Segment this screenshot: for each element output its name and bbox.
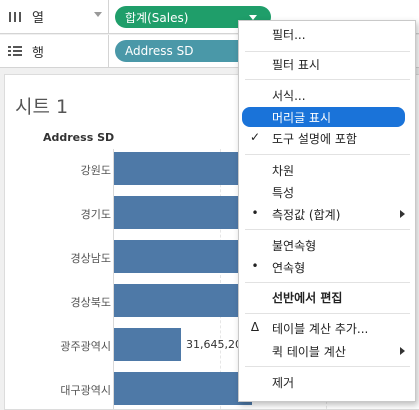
menu-separator (245, 313, 410, 314)
row-label[interactable]: 강원도 (81, 162, 111, 178)
submenu-arrow-icon (400, 347, 405, 355)
row-label[interactable]: 경상북도 (71, 294, 111, 310)
menu-separator (245, 51, 410, 52)
chevron-down-icon[interactable] (94, 12, 102, 17)
columns-shelf-title: 열 (32, 11, 44, 26)
columns-icon (4, 11, 26, 23)
checkmark-icon: ✓ (249, 130, 261, 144)
columns-shelf-label: 열 (0, 0, 109, 33)
rows-shelf-title: 행 (32, 45, 44, 61)
menu-item-label: 도구 설명에 포함 (272, 131, 357, 146)
row-label[interactable]: 광주광역시 (60, 338, 111, 354)
bar[interactable] (114, 372, 252, 405)
menu-item[interactable]: 머리글 표시 (242, 107, 405, 127)
menu-item-label: 불연속형 (272, 238, 317, 253)
menu-item[interactable]: 차원 (239, 160, 415, 180)
menu-item[interactable]: 테이블 계산 추가... (239, 318, 415, 338)
menu-item[interactable]: 특성 (239, 182, 415, 202)
bullet-icon: • (251, 259, 259, 273)
context-menu: 필터... 필터 표시서식... 머리글 표시도구 설명에 포함 ✓ 차원특성측정값 (… (238, 20, 416, 402)
menu-separator (245, 79, 410, 80)
rows-icon (4, 45, 26, 57)
address-sd-pill-label: Address SD (125, 44, 194, 58)
menu-separator (245, 154, 410, 155)
menu-item[interactable]: 제거 (239, 372, 415, 392)
menu-item[interactable]: 필터... (239, 24, 415, 44)
menu-item-label: 측정값 (합계) (272, 207, 341, 222)
menu-item[interactable]: 측정값 (합계) (239, 204, 415, 224)
menu-item-label: 머리글 표시 (272, 110, 332, 125)
bar-data-label: 31,645,20 (186, 338, 242, 351)
menu-item-label: 선반에서 편집 (272, 290, 343, 305)
axis-line (113, 149, 114, 409)
menu-item[interactable]: 도구 설명에 포함 (239, 128, 415, 148)
menu-item-label: 퀵 테이블 계산 (272, 344, 346, 359)
menu-item-label: 테이블 계산 추가... (272, 321, 369, 336)
menu-item-label: 연속형 (272, 260, 306, 275)
bullet-icon: • (251, 206, 259, 220)
menu-item-label: 필터 표시 (272, 57, 320, 72)
menu-item-label: 필터... (272, 27, 306, 42)
menu-item-label: 특성 (272, 185, 295, 200)
bar[interactable] (114, 328, 181, 361)
sheet-title: 시트 1 (15, 96, 69, 118)
menu-item[interactable]: 선반에서 편집 (239, 287, 415, 307)
menu-item[interactable]: 필터 표시 (239, 54, 415, 74)
submenu-arrow-icon (400, 210, 405, 218)
menu-item[interactable]: 연속형 (239, 257, 415, 277)
menu-separator (245, 229, 410, 230)
row-label[interactable]: 대구광역시 (60, 382, 111, 398)
row-header-address-sd[interactable]: Address SD (43, 131, 114, 144)
row-label[interactable]: 경기도 (81, 206, 111, 222)
menu-item-label: 서식... (272, 88, 306, 103)
menu-item[interactable]: 서식... (239, 85, 415, 105)
menu-separator (245, 282, 410, 283)
rows-shelf-label: 행 (0, 35, 109, 67)
menu-item-label: 제거 (272, 375, 295, 390)
gridline (220, 149, 221, 409)
menu-separator (245, 366, 410, 367)
menu-item[interactable]: 불연속형 (239, 235, 415, 255)
sales-pill-label: 합계(Sales) (125, 10, 189, 25)
menu-item[interactable]: 퀵 테이블 계산 (239, 341, 415, 361)
menu-item-label: 차원 (272, 163, 295, 178)
row-label[interactable]: 경상남도 (71, 250, 111, 266)
delta-icon: Δ (250, 320, 260, 334)
